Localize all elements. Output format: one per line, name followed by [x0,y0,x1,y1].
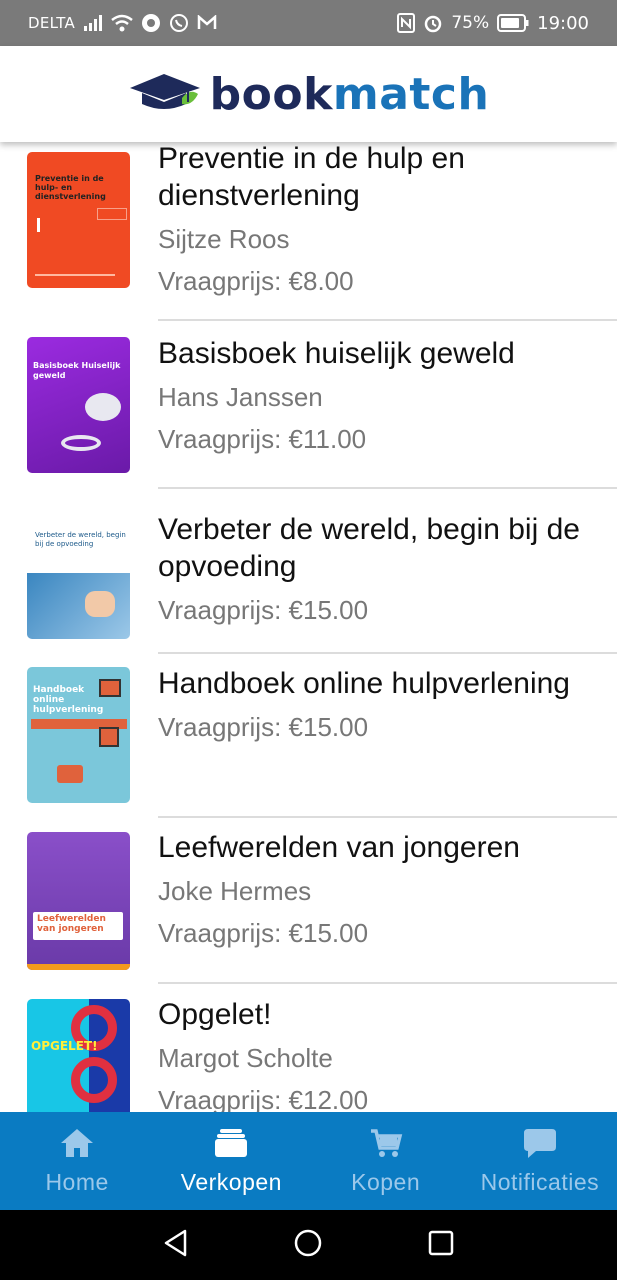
battery-percent: 75% [451,13,490,33]
nav-label-kopen: Kopen [351,1168,421,1195]
listing-price: Vraagprijs: €12.00 [158,1085,369,1112]
app-header: bookmatch [0,46,617,142]
nav-label-notificaties: Notificaties [480,1168,600,1195]
cover-title: Handboek online hulpverlening [33,685,104,715]
listing-author: Sijtze Roos [158,224,290,254]
listing-price: Vraagprijs: €8.00 [158,266,354,296]
cover-title: OPGELET! [31,1039,98,1053]
cover-title: Leefwerelden van jongeren [37,914,106,934]
listing-item[interactable]: Basisboek Huiselijk geweld Basisboek hui… [0,323,617,489]
listing-price: Vraagprijs: €15.00 [158,712,369,742]
listing-title: Leefwerelden van jongeren [158,831,520,864]
book-cover: Basisboek Huiselijk geweld [27,337,130,473]
listing-title: Opgelet! [158,998,272,1031]
stack-icon [214,1127,248,1163]
nav-label-home: Home [45,1168,109,1195]
status-bar: DELTA 75% 19:00 [0,0,617,46]
listing-item[interactable]: Verbeter de wereld, begin bij de opvoedi… [0,489,617,654]
book-cover: Preventie in de hulp- en dienstverlening [27,152,130,288]
logo-text-match: match [332,68,490,120]
cover-title: Preventie in de hulp- en dienstverlening [35,174,106,201]
nav-kopen[interactable]: Kopen [309,1112,463,1210]
listing-price: Vraagprijs: €15.00 [158,595,369,625]
nav-home[interactable]: Home [0,1112,154,1210]
listing-price: Vraagprijs: €11.00 [158,424,367,454]
listing-price: Vraagprijs: €15.00 [158,918,369,948]
chat-icon [522,1127,558,1163]
battery-icon [497,14,529,32]
wifi-icon [111,14,133,32]
listing-title: Handboek online hulpverlening [158,667,570,700]
back-icon[interactable] [161,1228,191,1262]
record-icon [141,13,161,33]
book-cover: Leefwerelden van jongeren [27,832,130,970]
home-icon [59,1127,95,1163]
book-cover: Verbeter de wereld, begin bij de opvoedi… [27,503,130,639]
recents-icon[interactable] [426,1228,456,1262]
nav-verkopen[interactable]: Verkopen [154,1112,308,1210]
carrier-label: DELTA [28,14,76,32]
listing-author: Margot Scholte [158,1043,333,1073]
nav-notificaties[interactable]: Notificaties [463,1112,617,1210]
listing-item[interactable]: Handboek online hulpverlening Handboek o… [0,653,617,819]
cover-title: Verbeter de wereld, begin bij de opvoedi… [35,531,126,548]
listing-title: Basisboek huiselijk geweld [158,337,515,370]
home-circle-icon[interactable] [293,1228,323,1262]
bottom-nav: Home Verkopen Kopen Notificaties [0,1112,617,1210]
system-nav-bar [0,1210,617,1280]
listing-item[interactable]: Leefwerelden van jongeren Leefwerelden v… [0,817,617,984]
listing-title: Preventie in de hulp en dienstverlening [158,142,465,212]
alarm-icon [423,13,443,33]
cart-icon [369,1127,403,1163]
listing-author: Joke Hermes [158,876,312,906]
listing-item[interactable]: OPGELET! Opgelet! Margot Scholte Vraagpr… [0,984,617,1112]
logo-text-book: book [209,68,333,120]
divider [158,319,617,321]
whatsapp-icon [169,13,189,33]
listing-list[interactable]: Preventie in de hulp- en dienstverlening… [0,142,617,1112]
book-cover: OPGELET! [27,999,130,1112]
book-cover: Handboek online hulpverlening [27,667,130,803]
signal-icon [83,15,103,31]
bookmatch-logo[interactable]: bookmatch [128,69,490,120]
listing-title: Verbeter de wereld, begin bij de opvoedi… [158,513,580,583]
listing-item[interactable]: Preventie in de hulp- en dienstverlening… [0,142,617,321]
clock: 19:00 [537,12,589,34]
nav-label-verkopen: Verkopen [180,1168,282,1195]
mail-icon [197,15,217,31]
nfc-icon [397,13,416,33]
graduation-cap-icon [128,70,202,118]
listing-author: Hans Janssen [158,382,323,412]
cover-title: Basisboek Huiselijk geweld [33,361,121,380]
